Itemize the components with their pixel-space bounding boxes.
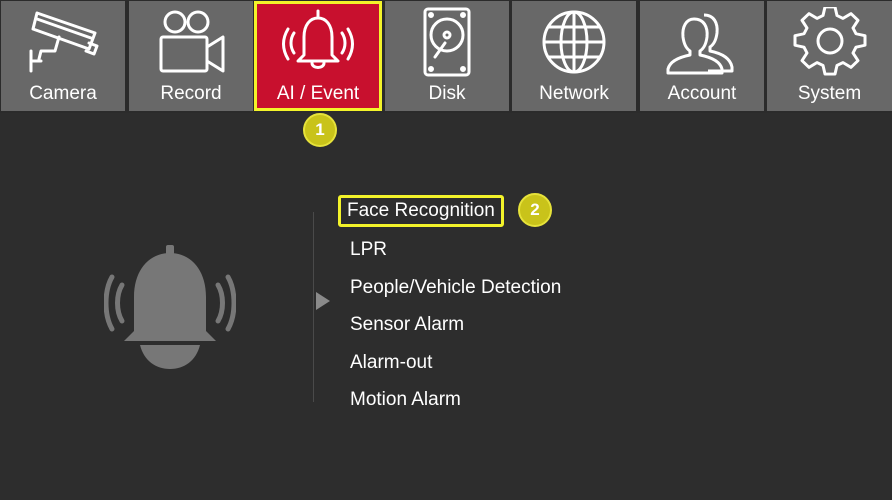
submenu-arrow-icon <box>316 292 330 310</box>
camera-icon <box>29 11 99 73</box>
tab-record-label: Record <box>160 83 222 104</box>
top-navigation: Camera Record AI / Event Disk Network Ac… <box>0 0 892 113</box>
hard-disk-icon <box>423 7 471 77</box>
tab-network-label: Network <box>539 83 609 104</box>
menu-item-alarm-out[interactable]: Alarm-out <box>341 348 440 378</box>
tab-account[interactable]: Account <box>640 1 764 111</box>
step-badge-2: 2 <box>518 193 552 227</box>
tab-record[interactable]: Record <box>129 1 253 111</box>
app-window: Camera Record AI / Event Disk Network Ac… <box>0 0 892 500</box>
bell-icon <box>104 245 236 369</box>
menu-item-lpr[interactable]: LPR <box>341 235 395 265</box>
tab-disk-label: Disk <box>428 83 466 104</box>
users-icon <box>666 13 734 75</box>
menu-item-sensor-alarm[interactable]: Sensor Alarm <box>341 310 472 340</box>
menu-item-motion-alarm[interactable]: Motion Alarm <box>341 385 469 415</box>
bell-icon <box>282 9 354 69</box>
globe-icon <box>542 10 606 74</box>
gear-icon <box>793 7 866 76</box>
menu-item-people-vehicle-detection[interactable]: People/Vehicle Detection <box>341 273 569 303</box>
tab-camera[interactable]: Camera <box>1 1 125 111</box>
menu-divider <box>313 212 314 402</box>
menu-item-face-recognition[interactable]: Face Recognition <box>338 195 504 227</box>
tab-account-label: Account <box>667 83 737 104</box>
step-badge-1: 1 <box>303 113 337 147</box>
tab-ai-event-label: AI / Event <box>276 83 360 104</box>
video-camera-icon <box>159 10 225 73</box>
tab-ai-event[interactable]: AI / Event <box>254 1 382 111</box>
tab-network[interactable]: Network <box>512 1 636 111</box>
tab-camera-label: Camera <box>29 83 97 104</box>
tab-disk[interactable]: Disk <box>385 1 509 111</box>
tab-system[interactable]: System <box>767 1 892 111</box>
tab-system-label: System <box>797 83 862 104</box>
